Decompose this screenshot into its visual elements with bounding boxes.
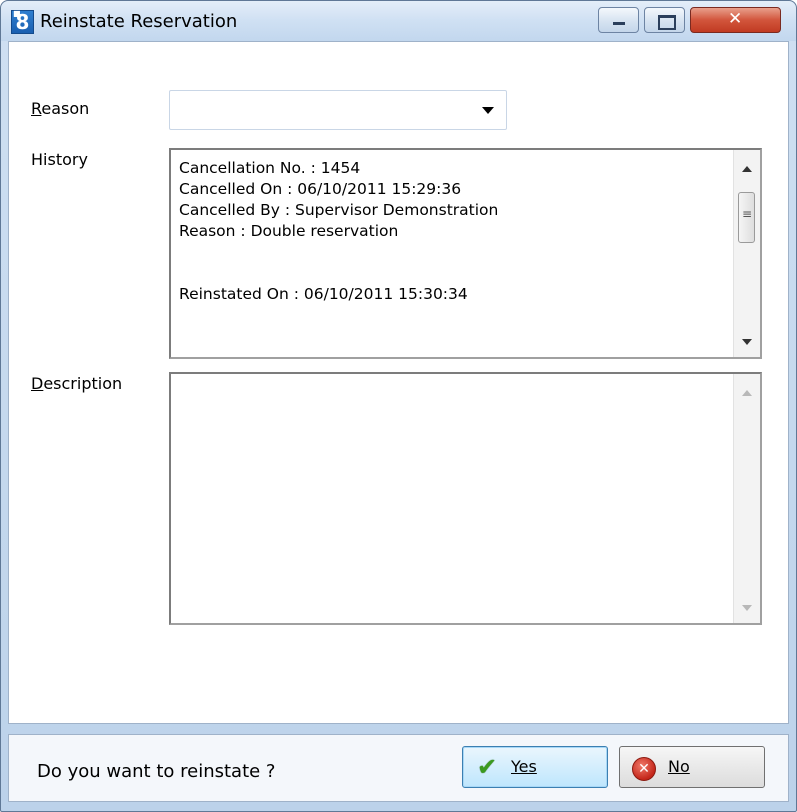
scroll-down-icon[interactable] — [742, 605, 752, 611]
no-button[interactable]: ✕ No — [619, 746, 765, 788]
maximize-button[interactable] — [644, 7, 685, 33]
title-bar[interactable]: ■ 8 Reinstate Reservation ✕ — [1, 1, 796, 41]
checkmark-icon: ✔ — [476, 753, 498, 781]
history-line: Reason : Double reservation — [179, 222, 399, 240]
history-line — [179, 242, 498, 263]
close-button[interactable]: ✕ — [690, 7, 781, 33]
history-text: Cancellation No. : 1454 Cancelled On : 0… — [179, 158, 498, 305]
scroll-up-icon[interactable] — [742, 390, 752, 396]
yes-button-label: Yes — [511, 757, 537, 776]
history-line: Reinstated On : 06/10/2011 15:30:34 — [179, 285, 468, 303]
scroll-thumb[interactable] — [738, 192, 755, 243]
reason-label-mnemonic: R — [31, 99, 42, 118]
reason-label: Reason — [31, 99, 89, 118]
reinstate-reservation-window: ■ 8 Reinstate Reservation ✕ Reason Histor… — [0, 0, 797, 812]
dialog-body: Reason History Cancellation No. : 1454 C… — [8, 41, 789, 724]
history-label: History — [31, 150, 88, 169]
description-label-mnemonic: D — [31, 374, 44, 393]
minimize-button[interactable] — [598, 7, 639, 33]
scroll-down-icon[interactable] — [742, 339, 752, 345]
no-button-label: No — [668, 757, 690, 776]
reason-dropdown[interactable] — [169, 90, 507, 130]
history-line — [179, 263, 498, 284]
history-line: Cancellation No. : 1454 — [179, 159, 361, 177]
history-line: Cancelled By : Supervisor Demonstration — [179, 201, 499, 219]
app-8-icon: ■ 8 — [11, 9, 34, 34]
history-line: Cancelled On : 06/10/2011 15:29:36 — [179, 180, 462, 198]
reason-label-text: eason — [41, 99, 90, 118]
history-textarea[interactable]: Cancellation No. : 1454 Cancelled On : 0… — [169, 148, 762, 359]
cancel-x-icon: ✕ — [632, 757, 656, 781]
confirm-question: Do you want to reinstate ? — [37, 761, 276, 782]
yes-button[interactable]: ✔ Yes — [462, 746, 608, 788]
dialog-footer: Do you want to reinstate ? ✔ Yes ✕ No — [8, 734, 789, 802]
close-icon: ✕ — [728, 9, 743, 29]
history-scrollbar[interactable] — [733, 150, 760, 357]
description-label: Description — [31, 374, 122, 393]
scroll-up-icon[interactable] — [742, 166, 752, 172]
chevron-down-icon[interactable] — [482, 107, 494, 114]
description-scrollbar[interactable] — [733, 374, 760, 623]
window-title: Reinstate Reservation — [40, 11, 238, 32]
description-textarea[interactable] — [169, 372, 762, 625]
description-label-text: escription — [43, 374, 123, 393]
